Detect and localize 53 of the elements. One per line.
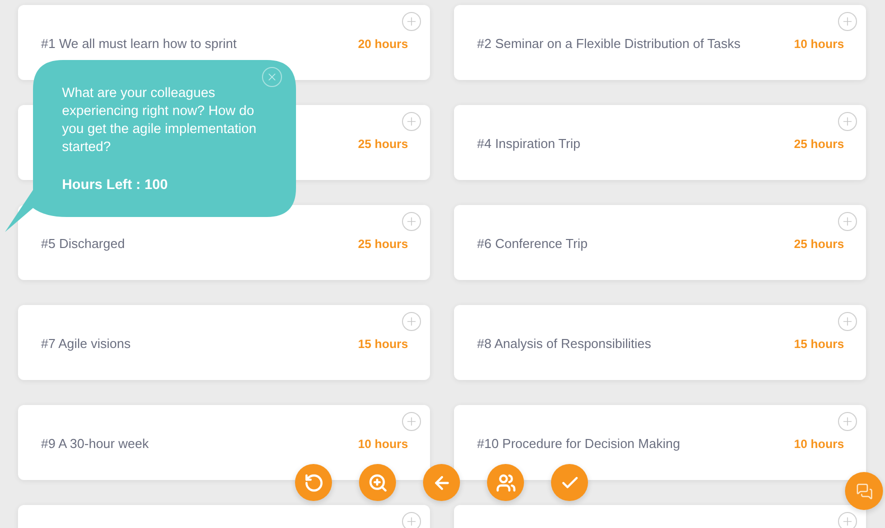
- task-card[interactable]: #9 A 30-hour week 10 hours: [18, 405, 430, 480]
- task-title: #7 Agile visions: [41, 334, 131, 353]
- task-hours: 15 hours: [794, 336, 844, 352]
- team-button[interactable]: [487, 464, 524, 501]
- add-icon[interactable]: [402, 212, 421, 231]
- task-title: #2 Seminar on a Flexible Distribution of Tasks: [477, 34, 740, 53]
- task-title: #6 Conference Trip: [477, 234, 588, 253]
- hours-left: Hours Left : 100: [62, 175, 169, 194]
- reset-icon: [304, 472, 324, 492]
- close-button[interactable]: [262, 67, 282, 87]
- task-hours: 25 hours: [794, 236, 844, 252]
- task-card[interactable]: #6 Conference Trip 25 hours: [454, 205, 866, 280]
- zoom-in-icon: [368, 472, 388, 492]
- task-title: #4 Inspiration Trip: [477, 134, 580, 153]
- task-hours: 25 hours: [358, 136, 408, 152]
- task-hours: 15 hours: [358, 336, 408, 352]
- add-icon[interactable]: [402, 412, 421, 431]
- add-icon[interactable]: [402, 312, 421, 331]
- task-hours: 25 hours: [358, 236, 408, 252]
- task-hours: 10 hours: [358, 436, 408, 452]
- close-icon: [266, 71, 278, 83]
- task-hours: 25 hours: [794, 136, 844, 152]
- task-hours: 10 hours: [794, 36, 844, 52]
- task-card[interactable]: #10 Procedure for Decision Making 10 hours: [454, 405, 866, 480]
- add-icon[interactable]: [838, 512, 857, 528]
- task-card[interactable]: #4 Inspiration Trip 25 hours: [454, 105, 866, 180]
- add-icon[interactable]: [402, 112, 421, 131]
- add-icon[interactable]: [838, 12, 857, 31]
- add-icon[interactable]: [838, 112, 857, 131]
- people-icon: [496, 472, 516, 492]
- task-card[interactable]: #7 Agile visions 15 hours: [18, 305, 430, 380]
- back-button[interactable]: [423, 464, 460, 501]
- task-card[interactable]: #2 Seminar on a Flexible Distribution of Tasks 10 hours: [454, 5, 866, 80]
- chat-icon: [856, 482, 872, 500]
- task-title: #8 Analysis of Responsibilities: [477, 334, 652, 353]
- add-icon[interactable]: [402, 512, 421, 528]
- task-hours: 20 hours: [358, 36, 408, 52]
- confirm-button[interactable]: [551, 464, 588, 501]
- reset-button[interactable]: [295, 464, 332, 501]
- task-card[interactable]: #8 Analysis of Responsibilities 15 hours: [454, 305, 866, 380]
- add-icon[interactable]: [838, 412, 857, 431]
- task-title: #9 A 30-hour week: [41, 434, 149, 453]
- zoom-button[interactable]: [359, 464, 396, 501]
- task-title: #5 Discharged: [41, 234, 125, 253]
- add-icon[interactable]: [838, 312, 857, 331]
- chat-button[interactable]: [845, 472, 883, 510]
- task-hours: 10 hours: [794, 436, 844, 452]
- tooltip-question: What are your colleagues experiencing right now? How do you get the agile implementation started?: [62, 84, 258, 156]
- task-card[interactable]: #5 Discharged 25 hours: [18, 205, 430, 280]
- add-icon[interactable]: [402, 12, 421, 31]
- task-title: #1 We all must learn how to sprint: [41, 34, 237, 53]
- add-icon[interactable]: [838, 212, 857, 231]
- task-title: #10 Procedure for Decision Making: [477, 434, 680, 453]
